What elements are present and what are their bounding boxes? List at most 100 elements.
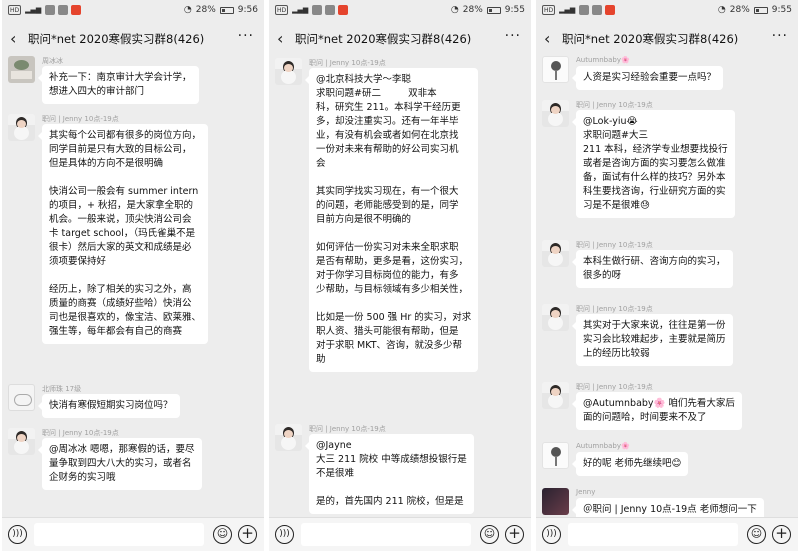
sender-name: 北师珠 17级 xyxy=(42,385,82,393)
more-dots-icon[interactable]: ··· xyxy=(772,28,788,44)
message-input[interactable] xyxy=(301,523,471,546)
sender-name: 职问 | Jenny 10点-19点 xyxy=(309,425,386,433)
avatar[interactable] xyxy=(8,384,35,411)
avatar[interactable] xyxy=(542,240,569,267)
avatar[interactable] xyxy=(542,488,569,515)
voice-icon[interactable]: ))) xyxy=(542,525,561,544)
nav-bar: ‹ 职问*net 2020寒假实习群8(426) ··· xyxy=(2,22,264,56)
sender-name: 职问 | Jenny 10点-19点 xyxy=(576,101,653,109)
message-bubble[interactable]: 人资是实习经验会重要一点吗？ xyxy=(571,66,724,90)
more-dots-icon[interactable]: ··· xyxy=(238,28,254,44)
emoji-icon[interactable]: ☺ xyxy=(747,525,766,544)
app-notification-icon xyxy=(605,5,616,15)
voice-icon[interactable]: ))) xyxy=(275,525,294,544)
avatar[interactable] xyxy=(542,304,569,331)
nav-bar: ‹ 职问*net 2020寒假实习群8(426) ··· xyxy=(269,22,531,56)
sender-name: 周冰冰 xyxy=(42,57,63,65)
avatar[interactable] xyxy=(542,442,569,469)
phone-screen-1: HD ▂▄▆ ◔ 28% 9:56 ‹ 职问*net 2020寒假实习群8(426) … xyxy=(2,0,264,551)
hd-icon: HD xyxy=(8,5,22,15)
wifi-icon: ◔ xyxy=(450,5,459,15)
message-bubble[interactable]: 快消有寒假短期实习岗位吗？ xyxy=(38,394,180,418)
sender-name: 职问 | Jenny 10点-19点 xyxy=(42,429,119,437)
sender-name: 职问 | Jenny 10点-19点 xyxy=(42,115,119,123)
chat-area[interactable]: 周冰冰 补充一下：南京审计大学会计学， 想进入四大的审计部门 职问 | Jenn… xyxy=(2,56,264,517)
avatar[interactable] xyxy=(542,382,569,409)
message-bubble[interactable]: @Lok-yiu😭 求职问题#大三 211 本科，经济学专业想要找投行 或者是咨… xyxy=(572,110,735,218)
chevron-left-icon[interactable]: ‹ xyxy=(544,29,550,48)
hd-icon: HD xyxy=(275,5,289,15)
clock: 9:55 xyxy=(504,5,525,15)
avatar[interactable] xyxy=(8,56,35,83)
battery-percent: 28% xyxy=(462,5,483,15)
avatar[interactable] xyxy=(8,114,35,141)
chevron-left-icon[interactable]: ‹ xyxy=(10,29,16,48)
avatar[interactable] xyxy=(275,424,302,451)
battery-icon xyxy=(486,6,501,14)
message-bubble[interactable]: @周冰冰 嗯嗯，那寒假的话，要尽 量争取到四大八大的实习，或者名 企财务的实习哦 xyxy=(38,438,202,490)
voice-icon[interactable]: ))) xyxy=(8,525,27,544)
sender-name: 职问 | Jenny 10点-19点 xyxy=(576,383,653,391)
battery-percent: 28% xyxy=(729,5,750,15)
signal-icon: ▂▄▆ xyxy=(292,6,309,14)
status-bar: HD ▂▄▆ ◔ 28% 9:55 xyxy=(269,0,531,22)
more-dots-icon[interactable]: ··· xyxy=(505,28,521,44)
chat-area[interactable]: 职问 | Jenny 10点-19点 @北京科技大学～李聪 求职问题#研二 双非… xyxy=(269,56,531,517)
input-bar: ))) ☺ + xyxy=(2,517,264,551)
hd-icon: HD xyxy=(542,5,556,15)
app-notification-icon xyxy=(58,5,69,15)
message-bubble[interactable]: 补充一下：南京审计大学会计学， 想进入四大的审计部门 xyxy=(38,66,199,104)
status-bar: HD ▂▄▆ ◔ 28% 9:55 xyxy=(536,0,798,22)
message-bubble[interactable]: 其实对于大家来说，往往是第一份 实习会比较难起步，主要就是简历 上的经历比较弱 xyxy=(572,314,733,366)
sender-name: 职问 | Jenny 10点-19点 xyxy=(309,59,386,67)
chat-title: 职问*net 2020寒假实习群8(426) xyxy=(28,32,205,46)
sender-name: Autumnbaby🌸 xyxy=(576,56,630,64)
wifi-icon: ◔ xyxy=(717,5,726,15)
battery-icon xyxy=(753,6,768,14)
avatar[interactable] xyxy=(275,58,302,85)
signal-icon: ▂▄▆ xyxy=(559,6,576,14)
chevron-left-icon[interactable]: ‹ xyxy=(277,29,283,48)
message-bubble[interactable]: ＠职问 | Jenny 10点-19点 老师想问一下 xyxy=(572,498,764,517)
battery-percent: 28% xyxy=(195,5,216,15)
wifi-icon: ◔ xyxy=(183,5,192,15)
plus-icon[interactable]: + xyxy=(772,525,791,544)
message-bubble[interactable]: 其实每个公司都有很多的岗位方向， 同学目前是只有大致的目标公司， 但是具体的方向… xyxy=(37,124,209,344)
message-bubble[interactable]: @Autumnbaby🌸 咱们先看大家后 面的问题哈，时间要来不及了 xyxy=(572,392,742,430)
avatar[interactable] xyxy=(542,100,569,127)
plus-icon[interactable]: + xyxy=(505,525,524,544)
message-bubble[interactable]: @Jayne 大三 211 院校 中等成绩想投银行是 不是很难 是的，首先国内 … xyxy=(305,434,474,514)
message-input[interactable] xyxy=(34,523,204,546)
app-notification-icon xyxy=(338,5,349,15)
app-notification-icon xyxy=(45,5,56,15)
avatar[interactable] xyxy=(542,56,569,83)
sender-name: Jenny xyxy=(576,488,596,496)
phone-screen-2: HD ▂▄▆ ◔ 28% 9:55 ‹ 职问*net 2020寒假实习群8(426) … xyxy=(269,0,531,551)
plus-icon[interactable]: + xyxy=(238,525,257,544)
sender-name: Autumnbaby🌸 xyxy=(576,442,630,450)
chat-title: 职问*net 2020寒假实习群8(426) xyxy=(295,32,472,46)
input-bar: ))) ☺ + xyxy=(536,517,798,551)
emoji-icon[interactable]: ☺ xyxy=(480,525,499,544)
nav-bar: ‹ 职问*net 2020寒假实习群8(426) ··· xyxy=(536,22,798,56)
clock: 9:55 xyxy=(771,5,792,15)
clock: 9:56 xyxy=(237,5,258,15)
input-bar: ))) ☺ + xyxy=(269,517,531,551)
app-notification-icon xyxy=(592,5,603,15)
message-input[interactable] xyxy=(568,523,738,546)
app-notification-icon xyxy=(325,5,336,15)
signal-icon: ▂▄▆ xyxy=(25,6,42,14)
sender-name: 职问 | Jenny 10点-19点 xyxy=(576,241,653,249)
battery-icon xyxy=(219,6,234,14)
chat-title: 职问*net 2020寒假实习群8(426) xyxy=(562,32,739,46)
sender-name: 职问 | Jenny 10点-19点 xyxy=(576,305,653,313)
status-bar: HD ▂▄▆ ◔ 28% 9:56 xyxy=(2,0,264,22)
app-notification-icon xyxy=(312,5,323,15)
emoji-icon[interactable]: ☺ xyxy=(213,525,232,544)
chat-area[interactable]: Autumnbaby🌸 人资是实习经验会重要一点吗？ 职问 | Jenny 10… xyxy=(536,56,798,517)
app-notification-icon xyxy=(71,5,82,15)
message-bubble[interactable]: 好的呢 老师先继续吧😊 xyxy=(571,452,689,476)
message-bubble[interactable]: @北京科技大学～李聪 求职问题#研二 双非本 科，研究生 211。本科学干经历更… xyxy=(304,68,479,372)
message-bubble[interactable]: 本科生做行研、咨询方向的实习， 很多的呀 xyxy=(572,250,733,288)
avatar[interactable] xyxy=(8,428,35,455)
